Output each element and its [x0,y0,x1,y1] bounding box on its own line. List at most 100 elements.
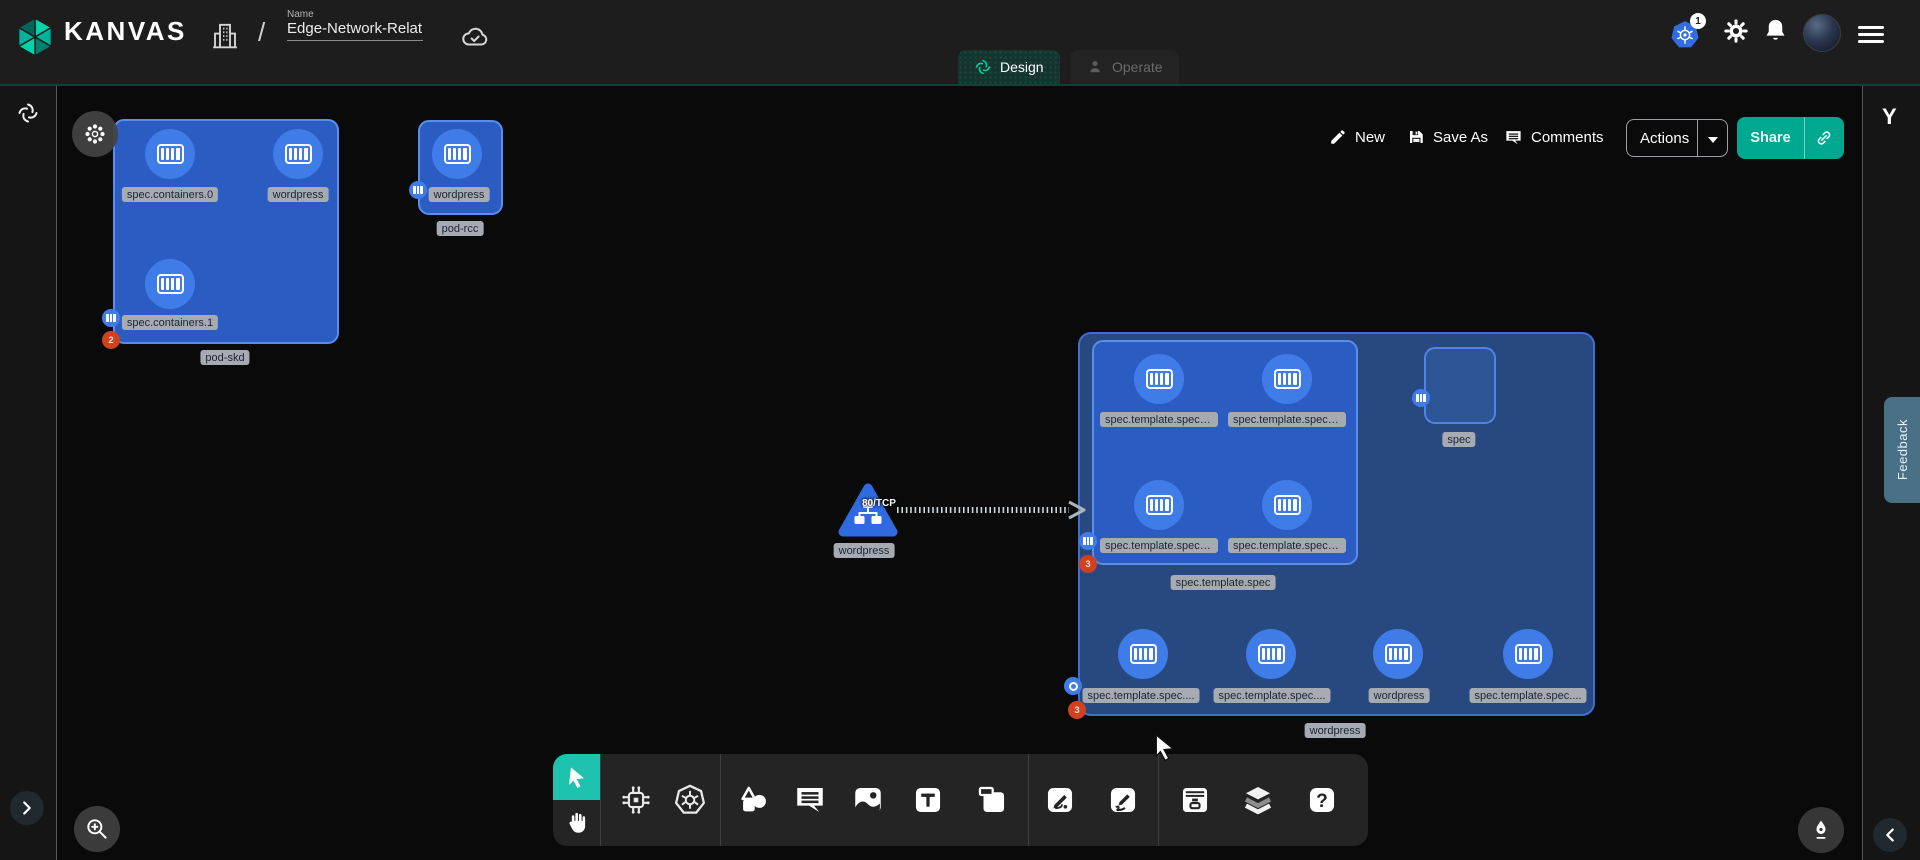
pod-kind-badge[interactable] [1079,532,1097,550]
pod-kind-badge[interactable] [409,181,427,199]
pen-path-tool-icon[interactable] [1043,783,1077,817]
caret-down-icon[interactable] [1707,136,1719,144]
help-icon[interactable]: ? [1305,783,1339,817]
save-as-label: Save As [1433,129,1488,146]
chevron-right-icon [17,798,37,818]
operate-person-icon [1086,58,1104,76]
node-spec[interactable] [1424,347,1496,424]
error-count-badge[interactable]: 3 [1079,555,1097,573]
node-container[interactable] [145,259,195,309]
magnifier-plus-icon [84,816,110,842]
design-name-input[interactable]: Edge-Network-Relatio [287,20,423,41]
zoom-button[interactable] [74,806,120,852]
edge-service-to-deployment[interactable] [893,497,1093,523]
pod-icon [106,314,116,322]
error-count-badge[interactable]: 2 [102,331,120,349]
copy-link-icon[interactable] [1814,128,1834,148]
organization-icon[interactable] [210,20,240,52]
actions-label: Actions [1627,130,1689,147]
node-container[interactable] [1262,480,1312,530]
group-spec-template-spec[interactable] [1092,340,1358,565]
actions-dropdown-button[interactable]: Actions [1626,119,1728,157]
toolbar-divider [1158,754,1159,846]
shapes-icon[interactable] [736,783,770,817]
share-label[interactable]: Share [1737,130,1804,146]
media-image-icon[interactable] [851,783,885,817]
pod-kind-badge[interactable] [102,309,120,327]
node-service-triangle[interactable] [836,481,900,539]
design-spiral-icon[interactable] [16,101,40,125]
app-header: KANVAS / Name Edge-Network-Relatio [0,0,1920,84]
collapse-right-panel-button[interactable] [1873,818,1907,852]
toolbar-divider [720,754,721,846]
context-count-badge: 1 [1690,13,1706,29]
node-label: wordpress [1369,688,1430,703]
pod-kind-badge[interactable] [1412,389,1430,407]
comments-button[interactable]: Comments [1504,128,1604,147]
node-container[interactable] [1503,629,1553,679]
node-container[interactable] [1262,354,1312,404]
text-tool-icon[interactable] [911,783,945,817]
tab-operate[interactable]: Operate [1070,50,1179,84]
container-icon [285,144,312,164]
design-swirl-icon [974,58,992,76]
node-container[interactable] [1246,629,1296,679]
comments-label: Comments [1531,129,1604,146]
node-label: spec.template.spec.... [1214,688,1331,703]
integrations-chip-icon[interactable] [619,783,653,817]
tool-pan[interactable] [553,800,600,846]
feedback-label: Feedback [1895,419,1910,480]
user-avatar[interactable] [1803,14,1841,52]
node-label: spec.template.spec.s... [1228,412,1346,427]
new-label: New [1355,129,1385,146]
node-container[interactable] [1118,629,1168,679]
design-canvas[interactable]: Y Feedback New Save As [0,84,1920,860]
node-label: spec.template.spec.... [1470,688,1587,703]
expand-left-panel-button[interactable] [10,791,44,825]
brand-name: KANVAS [64,16,187,47]
kubernetes-wheel-icon[interactable] [673,783,707,817]
node-container[interactable] [145,129,195,179]
container-icon [1385,644,1412,664]
container-icon [1146,369,1173,389]
tab-design[interactable]: Design [958,50,1060,84]
hand-icon [564,810,590,836]
comment-tool-icon[interactable] [793,783,827,817]
mouse-cursor [1153,734,1179,762]
dock-flower-button[interactable] [72,111,118,157]
node-container[interactable] [273,129,323,179]
layers-icon[interactable] [1241,783,1275,817]
validate-y-icon[interactable]: Y [1882,104,1897,130]
ink-pen-button[interactable] [1798,807,1844,853]
pencil-icon [1329,128,1347,146]
node-container[interactable] [1373,629,1423,679]
new-button[interactable]: New [1329,128,1385,146]
components-drawer-icon[interactable] [1178,783,1212,817]
toolbar-divider [1028,754,1029,846]
kanvas-logo-icon[interactable] [14,16,56,58]
sketch-tool-icon[interactable] [1106,783,1140,817]
breadcrumb-separator: / [258,17,265,48]
error-count-badge[interactable]: 3 [1068,701,1086,719]
save-as-button[interactable]: Save As [1407,128,1488,146]
flower-dots-icon [83,122,107,146]
share-split-button[interactable]: Share [1737,117,1844,159]
group-label: pod-skd [200,350,249,365]
deployment-icon [1069,682,1078,691]
pod-icon [413,186,423,194]
settings-gear-icon[interactable] [1722,17,1750,45]
feedback-tab[interactable]: Feedback [1884,397,1920,503]
node-container[interactable] [432,129,482,179]
node-container[interactable] [1134,480,1184,530]
deployment-kind-badge[interactable] [1064,677,1082,695]
node-container[interactable] [1134,354,1184,404]
node-label: wordpress [268,187,329,202]
notifications-bell-icon[interactable] [1762,17,1789,44]
chevron-left-icon [1880,825,1900,845]
actions-divider [1697,120,1698,156]
note-tool-icon[interactable] [975,783,1009,817]
container-icon [1146,495,1173,515]
tool-select[interactable] [553,754,600,800]
design-name-label: Name [287,9,423,20]
menu-hamburger-icon[interactable] [1858,22,1884,47]
